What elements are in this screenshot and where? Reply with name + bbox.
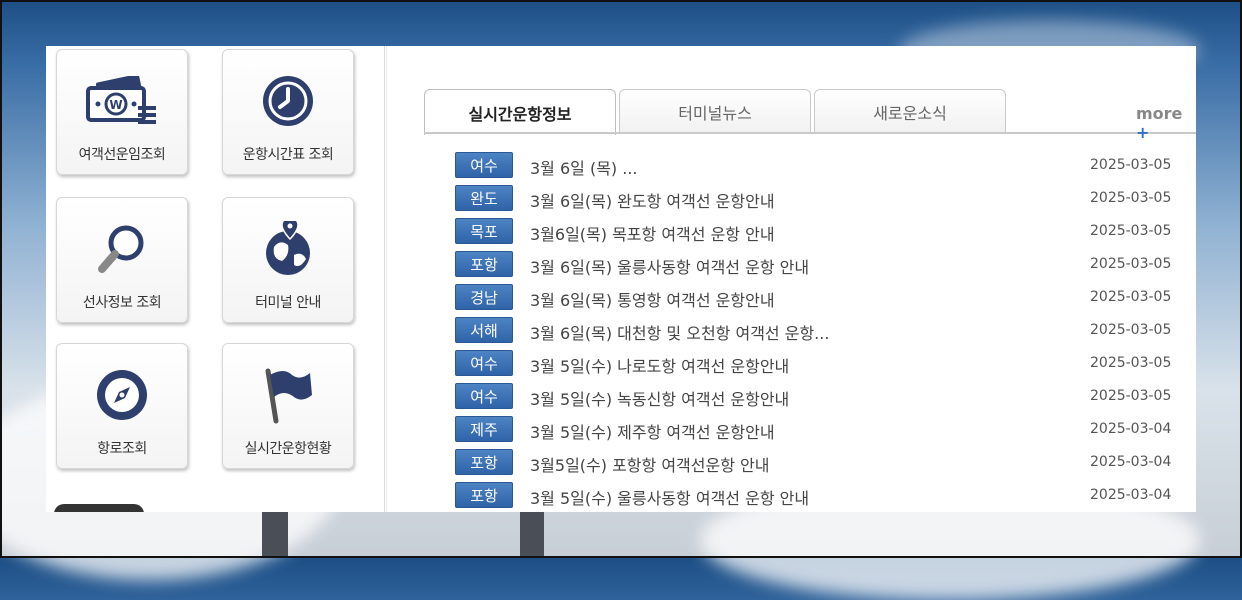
clock-icon — [223, 70, 353, 132]
partial-button — [54, 504, 144, 512]
compass-icon — [57, 364, 187, 426]
company-info-button[interactable]: 선사정보 조회 — [56, 197, 188, 323]
timetable-inquiry-label: 운항시간표 조회 — [242, 147, 334, 163]
realtime-status-label: 실시간운항현황 — [244, 441, 332, 457]
notice-title[interactable]: 3월 6일(목) 대천항 및 오천항 여객선 운항... — [530, 320, 829, 344]
notice-date: 2025-03-05 — [1090, 388, 1172, 404]
realtime-status-button[interactable]: 실시간운항현황 — [222, 343, 354, 469]
tab-terminal-news[interactable]: 터미널뉴스 — [619, 89, 811, 133]
notice-date: 2025-03-04 — [1090, 454, 1172, 470]
terminal-info-button[interactable]: 터미널 안내 — [222, 197, 354, 323]
notice-title[interactable]: 3월 6일 (목) ... — [530, 155, 638, 179]
tab-realtime-info[interactable]: 실시간운항정보 — [424, 89, 616, 135]
terminal-info-label: 터미널 안내 — [255, 295, 321, 311]
notice-date: 2025-03-05 — [1090, 190, 1172, 206]
region-badge: 서해 — [455, 317, 513, 343]
flag-icon — [223, 364, 353, 426]
main-panel: W 여객선운임조회 운항시간표 조회 선사정보 조회 터미널 안내 항로조회 실… — [46, 46, 1196, 512]
list-item[interactable]: 목포 3월6일(목) 목포항 여객선 운항 안내 2025-03-05 — [455, 218, 1196, 246]
region-badge: 완도 — [455, 185, 513, 211]
notice-date: 2025-03-05 — [1090, 289, 1172, 305]
notice-date: 2025-03-05 — [1090, 256, 1172, 272]
list-item[interactable]: 경남 3월 6일(목) 통영항 여객선 운항안내 2025-03-05 — [455, 284, 1196, 312]
column-divider — [386, 46, 387, 512]
magnifier-icon — [57, 218, 187, 280]
notice-title[interactable]: 3월 5일(수) 제주항 여객선 운항안내 — [530, 419, 775, 443]
tab-underline — [424, 132, 1196, 134]
notice-title[interactable]: 3월5일(수) 포항항 여객선운항 안내 — [530, 452, 769, 476]
plus-icon: + — [1136, 123, 1150, 142]
notice-title[interactable]: 3월 5일(수) 녹동신항 여객선 운항안내 — [530, 386, 789, 410]
region-badge: 포항 — [455, 482, 513, 508]
background-pole — [262, 512, 288, 558]
timetable-inquiry-button[interactable]: 운항시간표 조회 — [222, 49, 354, 175]
region-badge: 여수 — [455, 383, 513, 409]
tab-new-news[interactable]: 새로운소식 — [814, 89, 1006, 133]
notice-title[interactable]: 3월 6일(목) 울릉사동항 여객선 운항 안내 — [530, 254, 809, 278]
region-badge: 제주 — [455, 416, 513, 442]
notice-date: 2025-03-05 — [1090, 322, 1172, 338]
list-item[interactable]: 포항 3월 6일(목) 울릉사동항 여객선 운항 안내 2025-03-05 — [455, 251, 1196, 279]
more-label: more — [1136, 104, 1183, 123]
globe-pin-icon — [223, 218, 353, 280]
news-tabs: 실시간운항정보 터미널뉴스 새로운소식 — [424, 89, 1196, 135]
region-badge: 여수 — [455, 350, 513, 376]
notice-date: 2025-03-05 — [1090, 223, 1172, 239]
notice-title[interactable]: 3월 5일(수) 나로도항 여객선 운항안내 — [530, 353, 789, 377]
notice-title[interactable]: 3월6일(목) 목포항 여객선 운항 안내 — [530, 221, 775, 245]
fare-inquiry-button[interactable]: W 여객선운임조회 — [56, 49, 188, 175]
route-inquiry-label: 항로조회 — [97, 441, 147, 457]
quick-menu: W 여객선운임조회 운항시간표 조회 선사정보 조회 터미널 안내 항로조회 실… — [46, 46, 385, 512]
more-link[interactable]: more + — [1136, 104, 1196, 142]
route-inquiry-button[interactable]: 항로조회 — [56, 343, 188, 469]
list-item[interactable]: 완도 3월 6일(목) 완도항 여객선 운항안내 2025-03-05 — [455, 185, 1196, 213]
notice-date: 2025-03-05 — [1090, 157, 1172, 173]
company-info-label: 선사정보 조회 — [82, 295, 162, 311]
list-item[interactable]: 포항 3월 5일(수) 울릉사동항 여객선 운항 안내 2025-03-04 — [455, 482, 1196, 510]
background-pole — [520, 512, 544, 558]
notice-date: 2025-03-04 — [1090, 487, 1172, 503]
notice-date: 2025-03-04 — [1090, 421, 1172, 437]
list-item[interactable]: 여수 3월 5일(수) 녹동신항 여객선 운항안내 2025-03-05 — [455, 383, 1196, 411]
notice-date: 2025-03-05 — [1090, 355, 1172, 371]
list-item[interactable]: 서해 3월 6일(목) 대천항 및 오천항 여객선 운항... 2025-03-… — [455, 317, 1196, 345]
money-icon: W — [57, 70, 187, 132]
svg-text:W: W — [109, 98, 122, 112]
region-badge: 경남 — [455, 284, 513, 310]
list-item[interactable]: 제주 3월 5일(수) 제주항 여객선 운항안내 2025-03-04 — [455, 416, 1196, 444]
news-board: 실시간운항정보 터미널뉴스 새로운소식 more + 여수 3월 6일 (목) … — [424, 46, 1196, 512]
region-badge: 여수 — [455, 152, 513, 178]
notice-title[interactable]: 3월 6일(목) 완도항 여객선 운항안내 — [530, 188, 775, 212]
list-item[interactable]: 포항 3월5일(수) 포항항 여객선운항 안내 2025-03-04 — [455, 449, 1196, 477]
region-badge: 목포 — [455, 218, 513, 244]
fare-inquiry-label: 여객선운임조회 — [78, 147, 166, 163]
notice-title[interactable]: 3월 5일(수) 울릉사동항 여객선 운항 안내 — [530, 485, 809, 509]
notice-title[interactable]: 3월 6일(목) 통영항 여객선 운항안내 — [530, 287, 775, 311]
region-badge: 포항 — [455, 449, 513, 475]
list-item[interactable]: 여수 3월 5일(수) 나로도항 여객선 운항안내 2025-03-05 — [455, 350, 1196, 378]
region-badge: 포항 — [455, 251, 513, 277]
list-item[interactable]: 여수 3월 6일 (목) ... 2025-03-05 — [455, 152, 1196, 180]
